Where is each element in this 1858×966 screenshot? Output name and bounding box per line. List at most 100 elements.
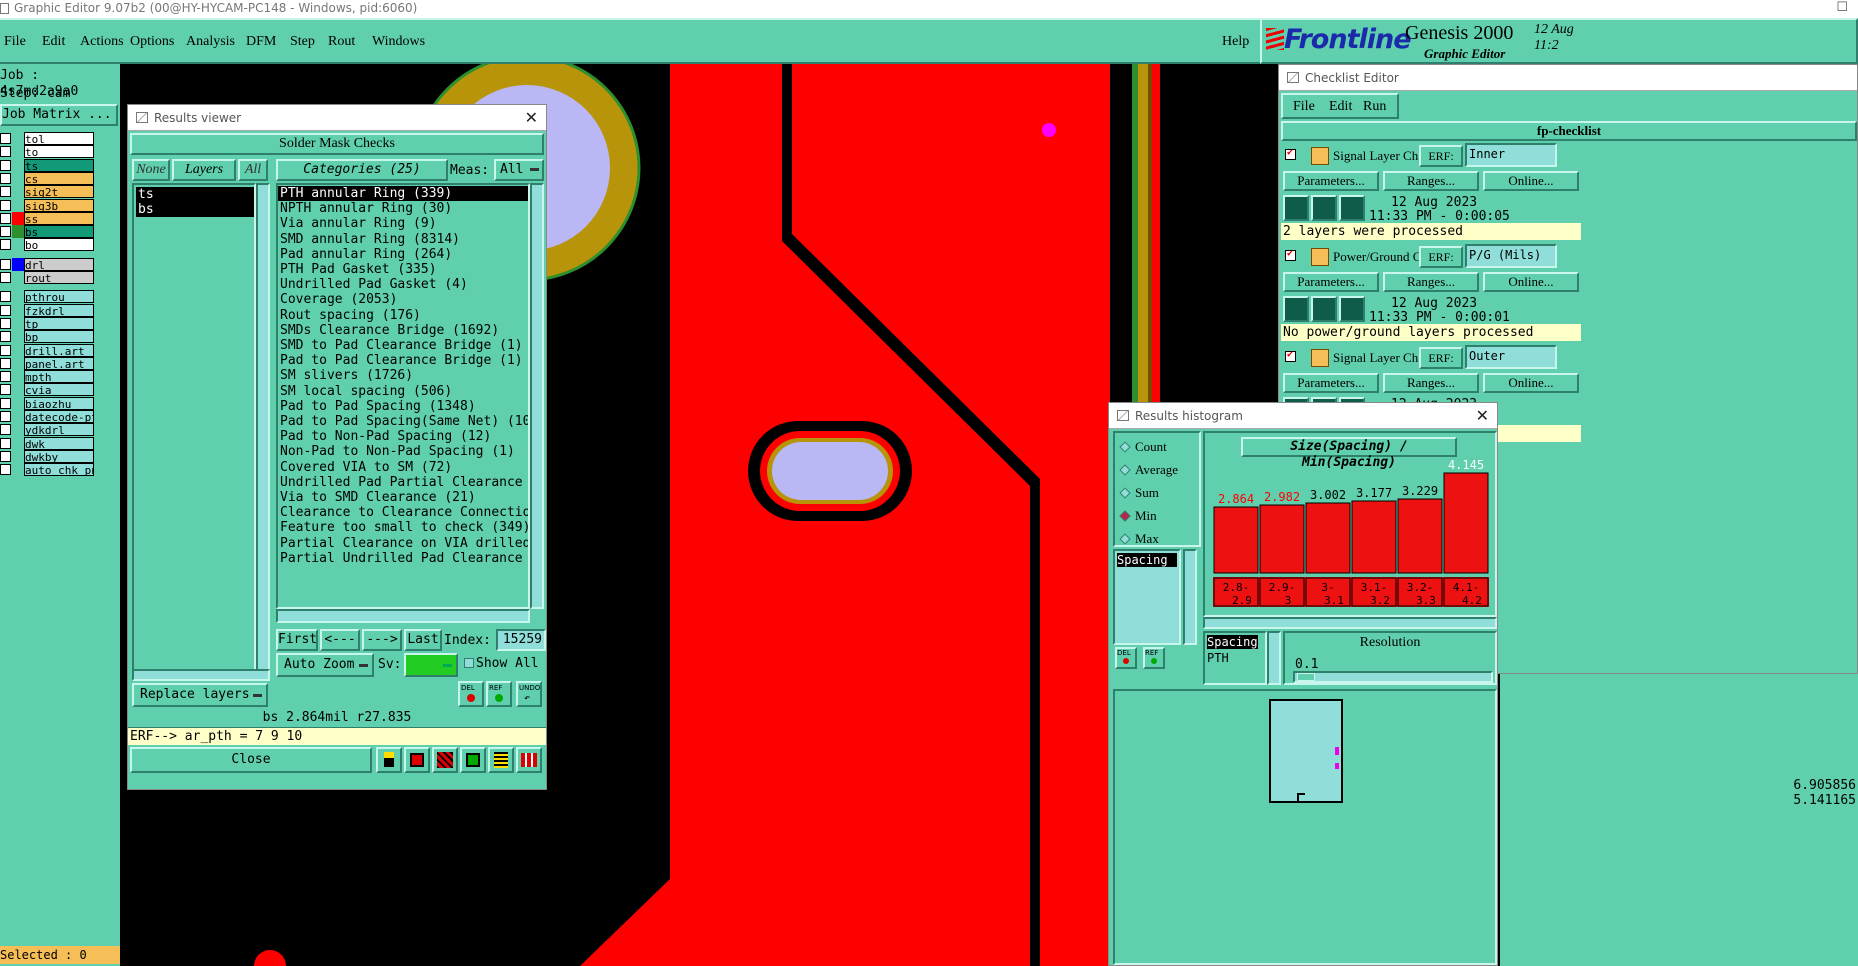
category-item[interactable]: Partial Undrilled Pad Clearance (	[278, 551, 528, 566]
job-matrix-button[interactable]: Job Matrix ...	[0, 104, 118, 126]
layer-row[interactable]: bp	[0, 330, 96, 344]
online-button[interactable]: Online...	[1483, 171, 1579, 191]
layer-row[interactable]: panel.art	[0, 356, 96, 370]
layer-row[interactable]: ts	[0, 158, 96, 172]
category-item[interactable]: Via annular Ring (9)	[278, 216, 528, 231]
result-layer-item[interactable]: bs	[136, 202, 254, 217]
online-button[interactable]: Online...	[1483, 373, 1579, 393]
layer-row[interactable]: to	[0, 145, 96, 159]
layer-list-scrollbar[interactable]	[256, 183, 270, 675]
tool-pin-icon[interactable]	[376, 747, 402, 773]
tool-screen-icon[interactable]	[404, 747, 430, 773]
layer-row[interactable]: fzkdrl	[0, 303, 96, 317]
aggregate-option-count[interactable]: Count	[1119, 437, 1199, 457]
layer-row[interactable]: auto_chk_pn	[0, 463, 96, 477]
layer-row[interactable]: cvia	[0, 383, 96, 397]
close-button[interactable]: Close	[130, 747, 372, 773]
category-item[interactable]: Clearance to Clearance Connection	[278, 505, 528, 520]
histogram-bar[interactable]	[1305, 502, 1351, 574]
layer-checkbox[interactable]	[0, 397, 11, 409]
histogram-refresh-button[interactable]: REF	[1143, 647, 1165, 669]
layer-row[interactable]: ydkdrl	[0, 423, 96, 437]
menu-windows[interactable]: Windows	[372, 34, 425, 50]
result-layer-item[interactable]: ts	[136, 187, 254, 202]
layer-row[interactable]: sig2t	[0, 185, 96, 199]
erf-button[interactable]: ERF:	[1419, 347, 1463, 369]
menu-step[interactable]: Step	[290, 34, 315, 50]
run-to-end-icon[interactable]	[1311, 195, 1337, 221]
layer-checkbox[interactable]	[0, 450, 11, 462]
histogram-bar[interactable]	[1443, 472, 1489, 574]
layer-checkbox[interactable]	[0, 464, 11, 476]
category-list-hscrollbar[interactable]	[276, 609, 530, 623]
layer-row[interactable]: dwk	[0, 436, 96, 450]
histogram-field-item[interactable]: Spacing	[1117, 553, 1177, 567]
histogram-field-list[interactable]: Spacing	[1113, 549, 1181, 645]
category-list[interactable]: PTH annular Ring (339) NPTH annular Ring …	[276, 183, 530, 609]
ranges-button[interactable]: Ranges...	[1383, 373, 1479, 393]
aggregate-option-average[interactable]: Average	[1119, 460, 1199, 480]
layer-row[interactable]: cs	[0, 171, 96, 185]
checklist-menu-run[interactable]: Run	[1363, 99, 1386, 115]
layer-row[interactable]: tp	[0, 316, 96, 330]
last-button[interactable]: Last	[404, 629, 442, 651]
category-item[interactable]: SM slivers (1726)	[278, 368, 528, 383]
online-button[interactable]: Online...	[1483, 272, 1579, 292]
layer-row[interactable]: rout	[0, 271, 96, 284]
histogram-chart[interactable]: 2.864 2.8-2.9 2.982 2.9-3 3.002 3-3.1 3.177 3.1…	[1205, 459, 1495, 615]
histogram-group-pth[interactable]: PTH	[1207, 651, 1229, 665]
menu-file[interactable]: File	[4, 34, 26, 50]
action-enable-checkbox[interactable]: ✔	[1285, 147, 1296, 160]
resolution-slider-thumb[interactable]	[1297, 673, 1315, 681]
aggregate-option-max[interactable]: Max	[1119, 529, 1199, 549]
layer-row[interactable]: tol	[0, 132, 96, 145]
layer-checkbox[interactable]	[0, 239, 11, 251]
checklist-menu-file[interactable]: File	[1293, 99, 1315, 115]
layer-checkbox[interactable]	[0, 212, 11, 224]
layer-checkbox[interactable]	[0, 291, 11, 303]
layer-row[interactable]: mpth	[0, 370, 96, 384]
layer-row[interactable]: biaozhu	[0, 396, 96, 410]
histogram-hscrollbar[interactable]	[1203, 617, 1497, 629]
layer-row[interactable]: sig3b	[0, 198, 96, 212]
action-enable-checkbox[interactable]: ✔	[1285, 248, 1296, 261]
replace-layers-dropdown[interactable]: Replace layers	[132, 683, 268, 707]
delete-button[interactable]: DEL	[458, 681, 484, 707]
undo-button[interactable]: UNDO ↶	[516, 681, 542, 707]
category-item[interactable]: Rout spacing (176)	[278, 308, 528, 323]
layer-list-hscrollbar[interactable]	[132, 669, 270, 681]
category-item[interactable]: Pad to Pad Clearance Bridge (1)	[278, 353, 528, 368]
histogram-bar[interactable]	[1351, 500, 1397, 574]
board-preview[interactable]	[1269, 699, 1343, 803]
resolution-slider[interactable]	[1293, 671, 1493, 683]
layer-row[interactable]: datecode-pte	[0, 410, 96, 423]
parameters-button[interactable]: Parameters...	[1283, 373, 1379, 393]
category-item[interactable]: PTH Pad Gasket (335)	[278, 262, 528, 277]
sv-color-dropdown[interactable]	[404, 653, 458, 677]
meas-dropdown[interactable]: All	[494, 159, 544, 181]
layer-checkbox[interactable]	[0, 384, 11, 396]
index-input[interactable]: 15259	[496, 629, 546, 651]
histogram-delete-button[interactable]: DEL	[1115, 647, 1137, 669]
category-list-scrollbar[interactable]	[530, 183, 544, 609]
layer-checkbox[interactable]	[0, 411, 11, 422]
layer-row[interactable]: bs	[0, 225, 96, 239]
ranges-button[interactable]: Ranges...	[1383, 272, 1479, 292]
category-item[interactable]: Undrilled Pad Partial Clearance (	[278, 475, 528, 490]
ranges-button[interactable]: Ranges...	[1383, 171, 1479, 191]
layer-row[interactable]: drl	[0, 257, 96, 271]
layer-checkbox[interactable]	[0, 272, 11, 283]
close-icon[interactable]: ✕	[525, 105, 538, 131]
help-menu[interactable]: Help	[1222, 34, 1249, 50]
category-item[interactable]: Covered VIA to SM (72)	[278, 460, 528, 475]
layer-checkbox[interactable]	[0, 371, 11, 383]
layer-checkbox[interactable]	[0, 258, 11, 270]
run-action-icon[interactable]	[1283, 195, 1309, 221]
category-item[interactable]: Pad to Non-Pad Spacing (12)	[278, 429, 528, 444]
menu-options[interactable]: Options	[130, 34, 174, 50]
menu-analysis[interactable]: Analysis	[186, 34, 235, 50]
layer-row[interactable]: ss	[0, 211, 96, 225]
parameters-button[interactable]: Parameters...	[1283, 272, 1379, 292]
category-item[interactable]: PTH annular Ring (339)	[278, 186, 528, 201]
layer-checkbox[interactable]	[0, 226, 11, 238]
